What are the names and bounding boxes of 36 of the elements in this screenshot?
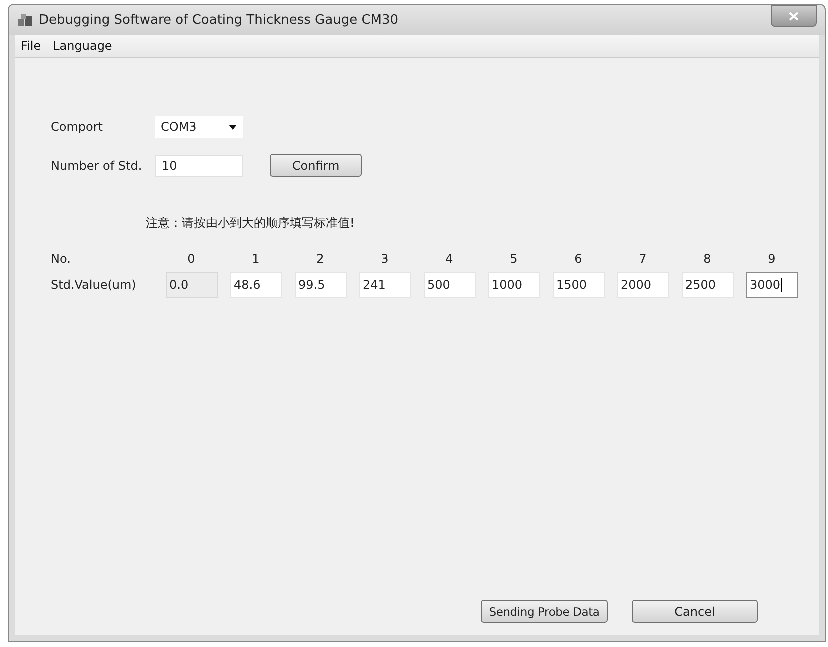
menu-item[interactable]: File — [15, 39, 48, 53]
std-value-field[interactable]: 1500 — [552, 272, 604, 298]
note-text: 注意：请按由小到大的顺序填写标准值! — [146, 215, 356, 232]
comport-dropdown[interactable]: COM3 — [155, 116, 243, 138]
caret-icon — [229, 124, 237, 130]
std-value-field[interactable]: 99.5 — [294, 272, 346, 298]
std-count-field[interactable]: 10 — [155, 154, 243, 176]
column-number: 5 — [509, 252, 519, 266]
std-value-field[interactable]: 3000 — [746, 272, 798, 298]
app-icon — [17, 13, 33, 27]
comport-label: Comport — [51, 120, 104, 134]
column-number: 0 — [186, 252, 196, 266]
column-number: 1 — [251, 252, 261, 266]
window-title: Debugging Software of Coating Thickness Gauge CM30 — [39, 12, 399, 28]
cancel-button[interactable]: Cancel — [632, 600, 758, 623]
std-value-field[interactable]: 48.6 — [230, 272, 282, 298]
close-icon — [789, 12, 799, 20]
column-number: 4 — [444, 252, 454, 266]
column-number: 7 — [638, 252, 648, 266]
std-value-field[interactable]: 500 — [424, 272, 476, 298]
std-value-field[interactable]: 2500 — [682, 272, 734, 298]
column-number: 8 — [702, 252, 712, 266]
column-number: 2 — [316, 252, 326, 266]
std-value-field[interactable]: 2000 — [617, 272, 669, 298]
close-button[interactable] — [771, 5, 817, 27]
send-probe-data-button[interactable]: Sending Probe Data — [481, 600, 608, 623]
no-label: No. — [51, 252, 72, 266]
column-number: 6 — [574, 252, 584, 266]
menu-item[interactable]: Language — [47, 39, 118, 53]
std-count-label: Number of Std. — [51, 158, 144, 172]
std-value-field[interactable]: 1000 — [488, 272, 540, 298]
std-value-field[interactable]: 241 — [359, 272, 411, 298]
confirm-button[interactable]: Confirm — [270, 154, 362, 177]
std-value-label: Std.Value(um) — [51, 278, 138, 292]
column-number: 9 — [767, 252, 777, 266]
column-number: 3 — [380, 252, 390, 266]
